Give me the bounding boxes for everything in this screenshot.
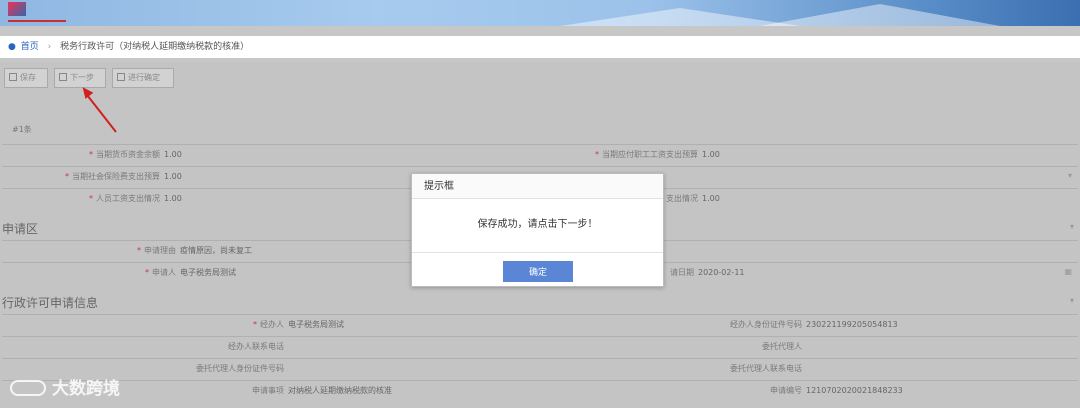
form-row: * 经办人 电子税务局测试 经办人身份证件号码 23022119920505481… [2, 314, 1078, 334]
next-label: 下一步 [70, 73, 94, 82]
field-label: * 当期货币资金余额 [89, 150, 160, 159]
section-title-apply: 申请区 [2, 222, 39, 236]
calendar-icon[interactable]: ▦ [1064, 267, 1072, 276]
save-icon [9, 73, 17, 81]
site-logo[interactable] [8, 2, 66, 22]
field-value[interactable]: 1.00 [164, 189, 182, 209]
chevron-down-icon[interactable]: ▾ [1070, 222, 1074, 231]
field-value[interactable]: 对纳税人延期缴纳税款的核准 [288, 381, 392, 401]
header-banner [0, 0, 1080, 26]
watermark-logo-icon [10, 380, 46, 396]
prompt-dialog: 提示框 保存成功，请点击下一步！ 确定 [411, 173, 664, 287]
dialog-message: 保存成功，请点击下一步！ [412, 199, 663, 253]
field-value[interactable]: 12107020200218482​33 [806, 381, 903, 401]
record-index: #1条 [12, 125, 32, 134]
form-row: * 当期货币资金余额 1.00 * 当期应付职工工资支出预算 1.00 [2, 144, 1078, 164]
field-value[interactable]: 1.00 [164, 167, 182, 187]
save-label: 保存 [20, 73, 36, 82]
watermark-text: 大数跨境 [52, 379, 120, 399]
form-row: 委托代理人身份证件号码 委托代理人联系电话 [2, 358, 1078, 378]
field-value[interactable]: 疫情原因，尚未复工 [180, 241, 252, 261]
watermark: 大数跨境 [10, 374, 120, 399]
next-icon [59, 73, 67, 81]
field-label: * 当期应付职工工资支出预算 [595, 150, 698, 159]
field-label: 委托代理人联系电话 [730, 364, 802, 373]
breadcrumb-current: 税务行政许可（对纳税人延期缴纳税款的核准） [60, 42, 250, 52]
breadcrumb-separator: › [47, 42, 52, 52]
confirm-action-button[interactable]: 进行确定 [112, 68, 174, 88]
field-value[interactable]: 230221199205054813 [806, 315, 898, 335]
field-value[interactable]: 1.00 [702, 189, 720, 209]
field-label: 委托代理人 [762, 342, 802, 351]
next-step-button[interactable]: 下一步 [54, 68, 106, 88]
user-icon [117, 73, 125, 81]
field-label: * 申请人 [145, 268, 176, 277]
section-title-permit: 行政许可申请信息 [2, 296, 99, 310]
field-label: * 当期社会保险费支出预算 [65, 172, 160, 181]
location-pin-icon: ● [8, 42, 16, 52]
breadcrumb-home[interactable]: 首页 [21, 42, 39, 52]
chevron-down-icon[interactable]: ▾ [1068, 171, 1072, 180]
save-button[interactable]: 保存 [4, 68, 48, 88]
dialog-title: 提示框 [412, 174, 663, 199]
field-value[interactable]: 电子税务局测试 [180, 263, 236, 283]
field-label: 经办人联系电话 [228, 342, 284, 351]
form-row: 申请事项 对纳税人延期缴纳税款的核准 申请编号 1210702020021848… [2, 380, 1078, 400]
ok-button[interactable]: 确定 [503, 261, 573, 282]
field-label: * 人员工资支出情况 [89, 194, 160, 203]
logo-icon [8, 2, 26, 16]
chevron-down-icon[interactable]: ▾ [1070, 296, 1074, 305]
dialog-footer: 确定 [412, 253, 663, 287]
field-label: 经办人身份证件号码 [730, 320, 802, 329]
breadcrumb: ● 首页 › 税务行政许可（对纳税人延期缴纳税款的核准） [0, 36, 1080, 58]
field-label: 申请编号 [770, 386, 802, 395]
banner-mountain [760, 4, 1000, 26]
field-value[interactable]: 电子税务局测试 [288, 315, 344, 335]
field-value[interactable]: 2020-02-11 [698, 263, 745, 283]
field-value[interactable]: 1.00 [164, 145, 182, 165]
field-value[interactable]: 1.00 [702, 145, 720, 165]
confirm-action-label: 进行确定 [128, 73, 160, 82]
form-row: 经办人联系电话 委托代理人 [2, 336, 1078, 356]
field-label: * 经办人 [253, 320, 284, 329]
field-label: * 申请理由 [137, 246, 176, 255]
